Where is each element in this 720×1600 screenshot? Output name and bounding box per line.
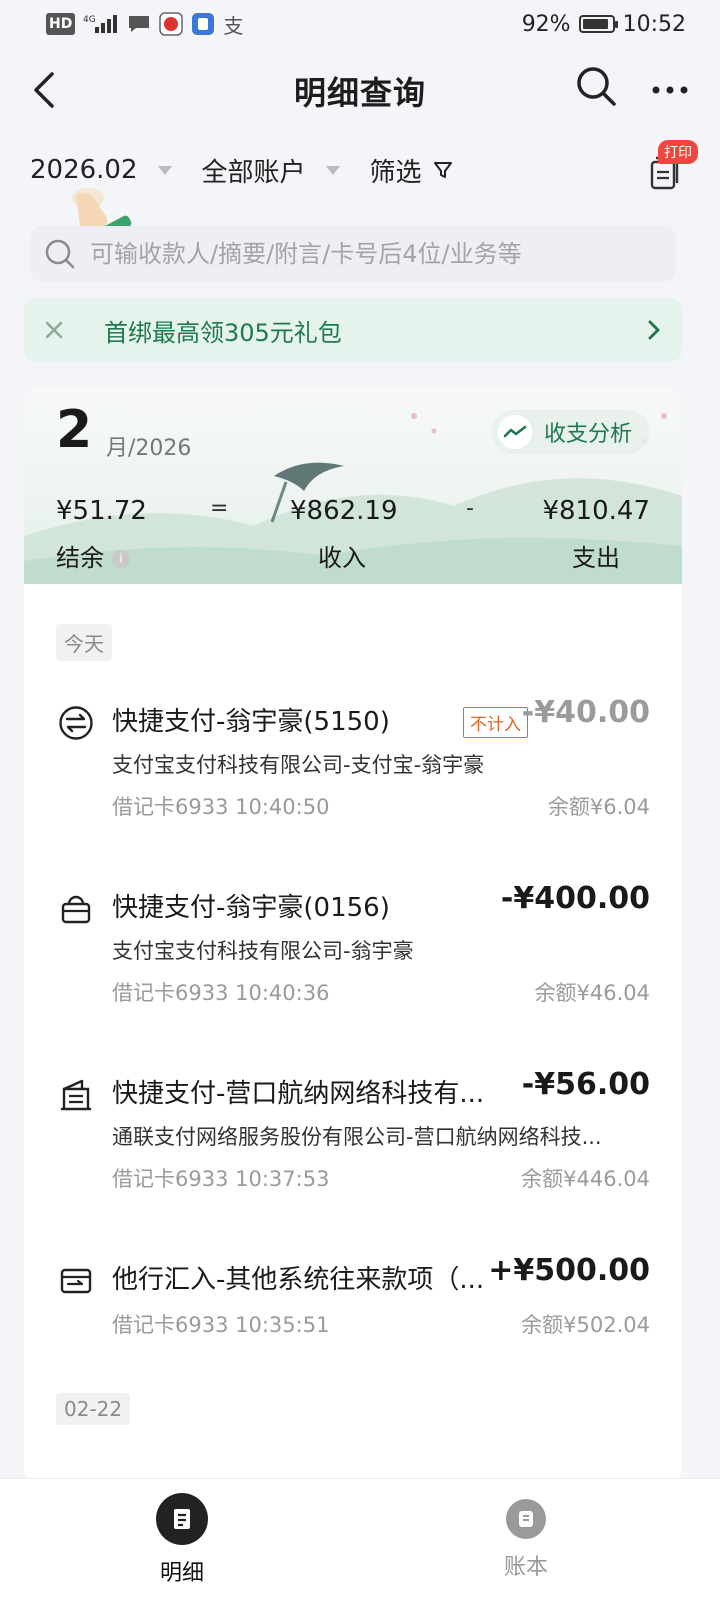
back-button[interactable] bbox=[28, 68, 68, 112]
transaction-balance: 余额¥446.04 bbox=[521, 1167, 650, 1191]
transaction-counterparty: 支付宝支付科技有限公司-支付宝-翁宇豪 bbox=[112, 753, 485, 777]
transfer-icon bbox=[59, 706, 93, 740]
transaction-row[interactable]: 快捷支付-营口航纳网络科技有... -¥56.00 通联支付网络服务股份有限公司… bbox=[56, 1033, 650, 1219]
more-button[interactable] bbox=[650, 70, 690, 110]
status-bar-right: 92% 10:52 bbox=[522, 12, 686, 37]
transaction-card-time: 借记卡6933 10:40:36 bbox=[112, 981, 330, 1005]
building-icon bbox=[60, 1079, 92, 1111]
search-icon bbox=[577, 67, 616, 106]
tab-details-label: 明细 bbox=[159, 1561, 204, 1586]
transaction-amount: -¥40.00 bbox=[521, 695, 650, 730]
balance-label[interactable]: 结余 i bbox=[56, 538, 130, 573]
message-icon bbox=[127, 13, 151, 35]
filter-label: 筛选 bbox=[369, 157, 422, 188]
transaction-title: 快捷支付-翁宇豪(5150) bbox=[112, 707, 390, 737]
transaction-card-time: 借记卡6933 10:37:53 bbox=[112, 1167, 330, 1191]
summary-month: 2 bbox=[56, 400, 93, 460]
battery-percent: 92% bbox=[521, 11, 571, 37]
tab-ledger[interactable]: 账本 bbox=[466, 1493, 586, 1581]
battery-icon bbox=[578, 15, 618, 33]
shopping-basket-icon bbox=[61, 895, 91, 924]
minus-sign: - bbox=[466, 496, 474, 521]
transaction-amount: +¥500.00 bbox=[488, 1253, 650, 1288]
excluded-badge: 不计入 bbox=[463, 707, 528, 738]
bank-app-icon bbox=[191, 13, 215, 35]
monthly-summary: 2 月/2026 收支分析 ¥51.72 结余 i = ¥862.19 收入 - … bbox=[24, 386, 682, 584]
income-expense-analysis-button[interactable]: 收支分析 bbox=[491, 410, 650, 454]
print-badge: 打印 bbox=[658, 140, 698, 164]
balance-value: ¥51.72 bbox=[56, 496, 147, 526]
day-tag-today: 今天 bbox=[56, 624, 112, 661]
caret-down-icon bbox=[325, 165, 340, 175]
chevron-right-icon bbox=[648, 320, 660, 340]
tab-ledger-label: 账本 bbox=[503, 1555, 548, 1580]
transaction-row[interactable]: 他行汇入-其他系统往来款项（... +¥500.00 借记卡6933 10:35… bbox=[56, 1219, 650, 1371]
alipay-icon: 支 bbox=[223, 13, 244, 38]
document-list-icon bbox=[156, 1493, 208, 1545]
search-button[interactable] bbox=[574, 64, 618, 108]
equals-sign: = bbox=[210, 496, 229, 521]
search-box[interactable] bbox=[30, 226, 676, 282]
analysis-label: 收支分析 bbox=[543, 422, 632, 447]
transaction-title: 他行汇入-其他系统往来款项（... bbox=[112, 1265, 485, 1295]
clock: 10:52 bbox=[622, 11, 686, 37]
signal-icon: 4G bbox=[83, 13, 119, 35]
expense-label: 支出 bbox=[572, 544, 620, 572]
bottom-tab-bar: 明细 账本 bbox=[0, 1478, 720, 1600]
transaction-amount: -¥56.00 bbox=[521, 1067, 650, 1102]
transaction-list: 今天 快捷支付-翁宇豪(5150) 不计入 -¥40.00 支付宝支付科技有限公… bbox=[24, 584, 682, 1425]
account-picker[interactable]: 全部账户 bbox=[202, 152, 340, 189]
status-bar-left: HD 4G 支 bbox=[46, 12, 244, 38]
info-icon[interactable]: i bbox=[112, 550, 130, 568]
transaction-card-time: 借记卡6933 10:40:50 bbox=[112, 795, 330, 819]
promo-text: 首绑最高领305元礼包 bbox=[104, 318, 342, 347]
sticker-app-icon bbox=[159, 12, 184, 36]
promo-banner[interactable]: 首绑最高领305元礼包 bbox=[24, 298, 682, 362]
more-icon bbox=[652, 86, 688, 94]
ledger-icon bbox=[506, 1499, 546, 1539]
account-picker-label: 全部账户 bbox=[201, 157, 306, 188]
transaction-title: 快捷支付-营口航纳网络科技有... bbox=[112, 1079, 485, 1109]
transaction-amount: -¥400.00 bbox=[500, 881, 650, 916]
income-value: ¥862.19 bbox=[290, 496, 398, 526]
chevron-left-icon bbox=[34, 72, 54, 108]
transaction-title: 快捷支付-翁宇豪(0156) bbox=[112, 893, 390, 923]
month-picker[interactable]: 2026.02 bbox=[30, 155, 172, 185]
page-title: 明细查询 bbox=[293, 74, 426, 112]
print-button[interactable]: 打印 bbox=[634, 140, 698, 200]
transaction-counterparty: 通联支付网络服务股份有限公司-营口航纳网络科技... bbox=[112, 1125, 602, 1149]
balance-label-text: 结余 bbox=[56, 544, 104, 572]
search-icon bbox=[45, 239, 75, 269]
search-input[interactable] bbox=[90, 240, 650, 268]
month-picker-label: 2026.02 bbox=[30, 155, 138, 185]
battery-fill bbox=[582, 19, 609, 29]
expense-value: ¥810.47 bbox=[542, 496, 650, 526]
network-type: 4G bbox=[83, 15, 96, 25]
nav-bar: 明细查询 bbox=[0, 48, 720, 134]
transfer-in-icon bbox=[60, 1268, 92, 1294]
transaction-row[interactable]: 快捷支付-翁宇豪(0156) -¥400.00 支付宝支付科技有限公司-翁宇豪 … bbox=[56, 847, 650, 1033]
tab-details[interactable]: 明细 bbox=[122, 1493, 242, 1587]
transaction-counterparty: 支付宝支付科技有限公司-翁宇豪 bbox=[112, 939, 414, 963]
transaction-row[interactable]: 快捷支付-翁宇豪(5150) 不计入 -¥40.00 支付宝支付科技有限公司-支… bbox=[56, 661, 650, 847]
close-icon[interactable] bbox=[42, 318, 66, 342]
caret-down-icon bbox=[157, 165, 172, 175]
transaction-balance: 余额¥6.04 bbox=[547, 795, 650, 819]
funnel-icon bbox=[433, 162, 452, 178]
status-bar: HD 4G 支 92% 10:52 bbox=[0, 0, 720, 48]
summary-year: 月/2026 bbox=[106, 436, 192, 461]
trend-icon bbox=[497, 415, 532, 449]
statement-card: 2 月/2026 收支分析 ¥51.72 结余 i = ¥862.19 收入 - … bbox=[24, 386, 682, 1486]
day-tag-date: 02-22 bbox=[56, 1393, 131, 1425]
transaction-card-time: 借记卡6933 10:35:51 bbox=[112, 1313, 330, 1337]
income-label: 收入 bbox=[318, 544, 366, 572]
filter-button[interactable]: 筛选 bbox=[370, 152, 454, 189]
transaction-balance: 余额¥46.04 bbox=[534, 981, 650, 1005]
hd-indicator: HD bbox=[46, 13, 76, 35]
transaction-balance: 余额¥502.04 bbox=[521, 1313, 650, 1337]
